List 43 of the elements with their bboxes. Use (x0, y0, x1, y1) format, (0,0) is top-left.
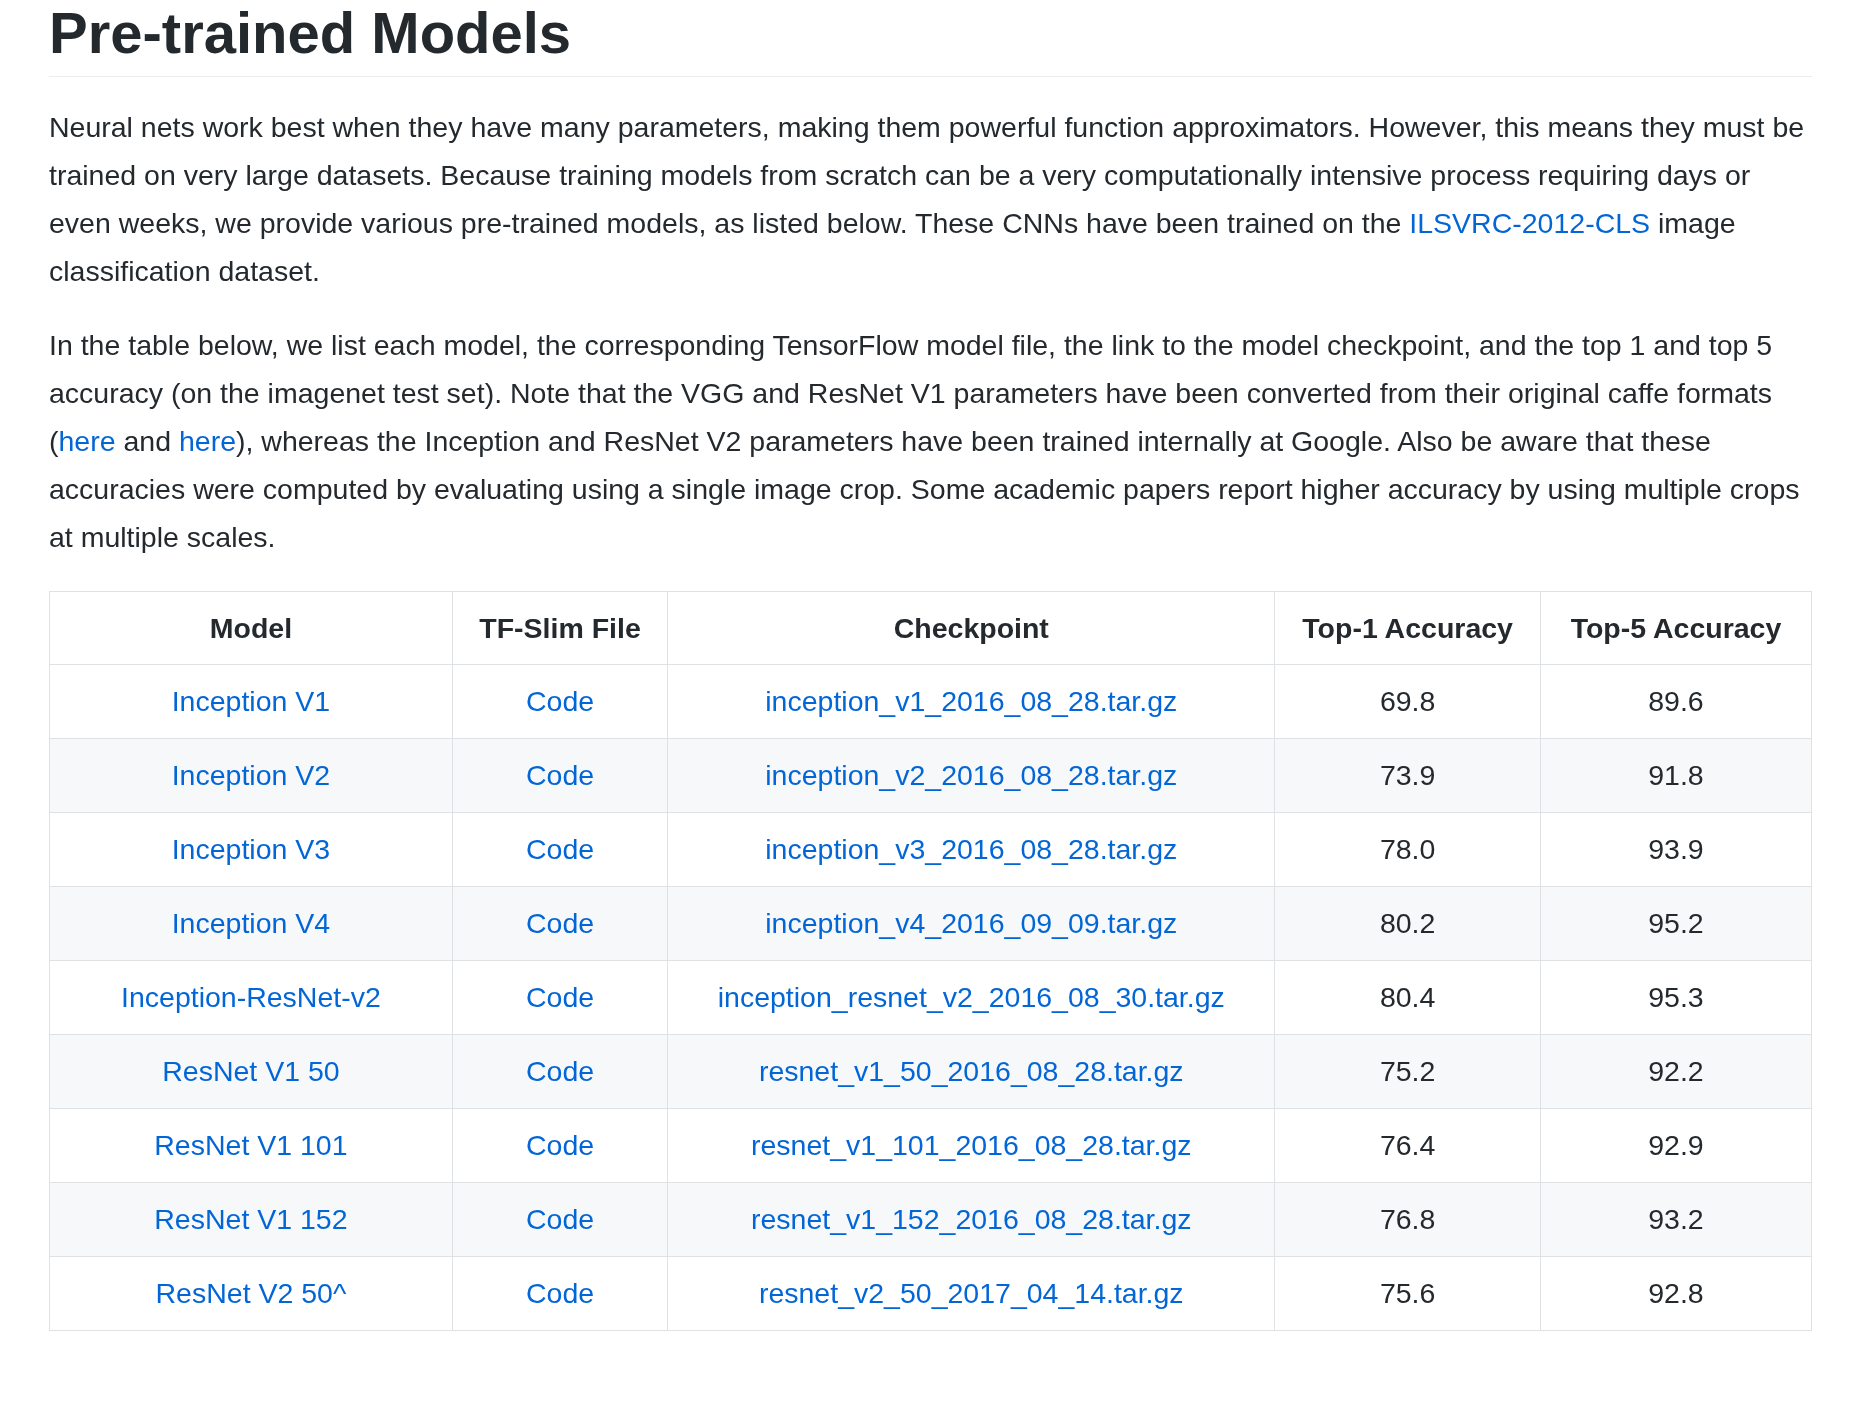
code-link[interactable]: Code (526, 833, 595, 865)
table-cell: 69.8 (1274, 664, 1541, 739)
code-link[interactable]: Code (526, 685, 595, 717)
table-cell: 78.0 (1274, 812, 1541, 887)
model-link[interactable]: Inception V4 (171, 907, 331, 939)
table-cell: 93.9 (1540, 812, 1812, 887)
column-header: Model (49, 591, 453, 665)
table-cell: 80.2 (1274, 886, 1541, 961)
table-cell: 92.8 (1540, 1256, 1812, 1331)
code-link[interactable]: Code (526, 759, 595, 791)
table-cell: 75.6 (1274, 1256, 1541, 1331)
table-cell: 95.2 (1540, 886, 1812, 961)
table-cell: 95.3 (1540, 960, 1812, 1035)
model-link[interactable]: Inception V2 (171, 759, 331, 791)
code-link[interactable]: Code (526, 1129, 595, 1161)
text-link[interactable]: here (58, 425, 116, 457)
code-link[interactable]: Code (526, 1203, 595, 1235)
table-cell: 91.8 (1540, 738, 1812, 813)
column-header: Top-1 Accuracy (1274, 591, 1541, 665)
table-cell: 89.6 (1540, 664, 1812, 739)
code-link[interactable]: Code (526, 907, 595, 939)
page-heading: Pre-trained Models (49, 0, 1812, 77)
model-link[interactable]: ResNet V1 50 (162, 1055, 340, 1087)
table-cell: 73.9 (1274, 738, 1541, 813)
text-link[interactable]: here (178, 425, 236, 457)
code-link[interactable]: Code (526, 981, 595, 1013)
code-link[interactable]: Code (526, 1277, 595, 1309)
table-cell: 75.2 (1274, 1034, 1541, 1109)
paragraph: Neural nets work best when they have many parameters, making them powerful function approximators. However, this means they must be trained on very large datasets. Because training models from scratch can be a very computationally intensive process requiring days or even weeks, we provide various pre-trained models, as listed below. These CNNs have been trained on the ILSVRC-2012-CLS image classification dataset. (49, 110, 1806, 289)
column-header: TF-Slim File (452, 591, 668, 665)
column-header: Checkpoint (667, 591, 1275, 665)
table-cell: 80.4 (1274, 960, 1541, 1035)
model-link[interactable]: Inception V1 (171, 685, 331, 717)
table-cell: 76.4 (1274, 1108, 1541, 1183)
column-header: Top-5 Accuracy (1540, 591, 1812, 665)
table-cell: 92.9 (1540, 1108, 1812, 1183)
table-cell: 76.8 (1274, 1182, 1541, 1257)
table-cell: 92.2 (1540, 1034, 1812, 1109)
paragraph: In the table below, we list each model, the corresponding TensorFlow model file, the link to the model checkpoint, and the top 1 and top 5 accuracy (on the imagenet test set). Note that the VGG and ResNet V1 parameters have been converted from their original caffe formats (here and here), whereas the Inception and ResNet V2 parameters have been trained internally at Google. Also be aware that these accuracies were computed by evaluating using a single image crop. Some academic papers report higher accuracy by using multiple crops at multiple scales. (49, 328, 1801, 555)
text-link[interactable]: ILSVRC-2012-CLS (1409, 207, 1651, 239)
model-link[interactable]: Inception V3 (171, 833, 331, 865)
code-link[interactable]: Code (526, 1055, 595, 1087)
table-cell: 93.2 (1540, 1182, 1812, 1257)
